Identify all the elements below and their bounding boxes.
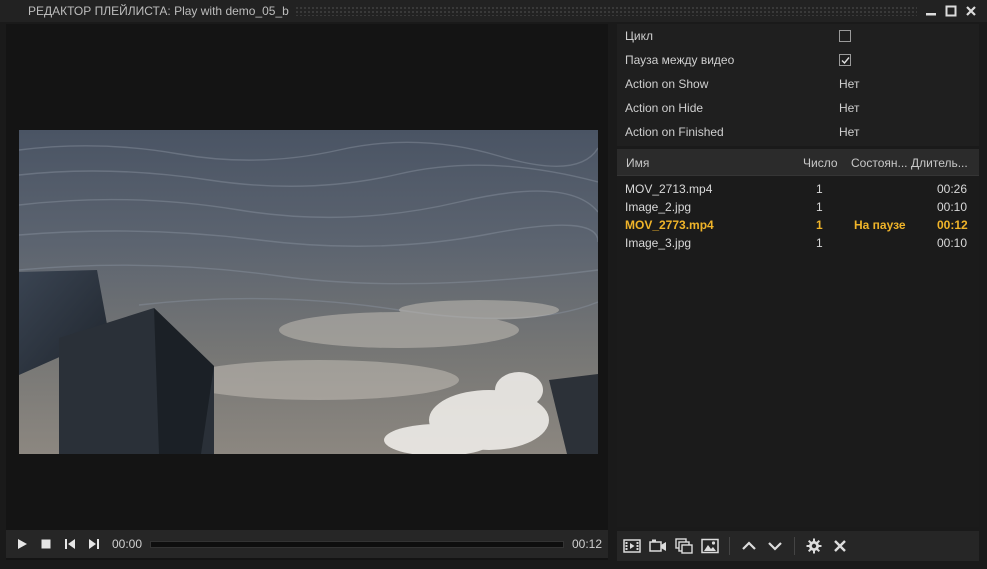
add-image-icon[interactable] [697,532,723,560]
table-row[interactable]: MOV_2713.mp4 1 00:26 [617,180,979,198]
seek-bar[interactable] [150,540,564,548]
close-icon[interactable] [965,5,977,17]
check-icon [841,56,850,64]
table-row[interactable]: Image_3.jpg 1 00:10 [617,234,979,252]
toolbar-separator [794,537,795,555]
settings-icon[interactable] [801,532,827,560]
cell-duration: 00:10 [937,236,968,250]
cell-state: На паузе [854,218,906,232]
skip-forward-icon[interactable] [82,530,106,558]
cell-count: 1 [816,182,823,196]
property-row-action-hide: Action on Hide Нет [617,96,979,120]
cell-name: MOV_2713.mp4 [625,182,713,196]
table-row-active[interactable]: MOV_2773.mp4 1 На паузе 00:12 [617,216,979,234]
title-bar: РЕДАКТОР ПЛЕЙЛИСТА: Play with demo_05_b [0,0,987,22]
cell-duration: 00:12 [937,218,968,232]
add-copy-icon[interactable] [671,532,697,560]
cell-duration: 00:26 [937,182,968,196]
add-video-icon[interactable] [619,532,645,560]
minimize-icon[interactable] [925,5,937,17]
table-header: Имя Число Состоян... Длитель... [617,149,979,176]
property-row-action-show: Action on Show Нет [617,72,979,96]
title-drag-area[interactable] [294,6,917,16]
video-image [19,130,598,454]
playlist-toolbar [617,531,979,561]
column-header-duration[interactable]: Длитель... [911,156,973,170]
toolbar-separator [729,537,730,555]
property-row-loop: Цикл [617,24,979,48]
column-header-count[interactable]: Число [803,156,838,170]
property-row-pause-between: Пауза между видео [617,48,979,72]
window-controls [925,5,987,17]
maximize-icon[interactable] [945,5,957,17]
playback-controls: 00:00 00:12 [6,530,608,558]
property-label: Пауза между видео [625,53,735,67]
cell-name: MOV_2773.mp4 [625,218,714,232]
property-row-action-finished: Action on Finished Нет [617,120,979,144]
video-frame[interactable] [19,130,598,454]
video-preview-pane [6,24,608,560]
play-icon[interactable] [10,530,34,558]
move-down-icon[interactable] [762,532,788,560]
column-header-name[interactable]: Имя [626,156,649,170]
loop-checkbox[interactable] [839,30,851,42]
action-on-hide-value[interactable]: Нет [839,101,859,115]
property-label: Action on Finished [625,125,724,139]
column-header-state[interactable]: Состоян... [851,156,911,170]
cell-duration: 00:10 [937,200,968,214]
cell-count: 1 [816,236,823,250]
cell-count: 1 [816,218,823,232]
property-label: Цикл [625,29,653,43]
skip-back-icon[interactable] [58,530,82,558]
current-time: 00:00 [112,537,143,551]
cell-count: 1 [816,200,823,214]
playlist-properties: Цикл Пауза между видео Action on Show Не… [617,24,979,146]
pause-between-checkbox[interactable] [839,54,851,66]
property-label: Action on Show [625,77,709,91]
stop-icon[interactable] [34,530,58,558]
table-row[interactable]: Image_2.jpg 1 00:10 [617,198,979,216]
cell-name: Image_2.jpg [625,200,692,214]
window-title: РЕДАКТОР ПЛЕЙЛИСТА: Play with demo_05_b [28,4,289,18]
action-on-finished-value[interactable]: Нет [839,125,859,139]
cell-name: Image_3.jpg [625,236,692,250]
add-camera-icon[interactable] [645,532,671,560]
property-label: Action on Hide [625,101,704,115]
delete-icon[interactable] [827,532,853,560]
playlist-table: Имя Число Состоян... Длитель... MOV_2713… [617,149,979,527]
action-on-show-value[interactable]: Нет [839,77,859,91]
move-up-icon[interactable] [736,532,762,560]
total-duration: 00:12 [571,537,602,551]
